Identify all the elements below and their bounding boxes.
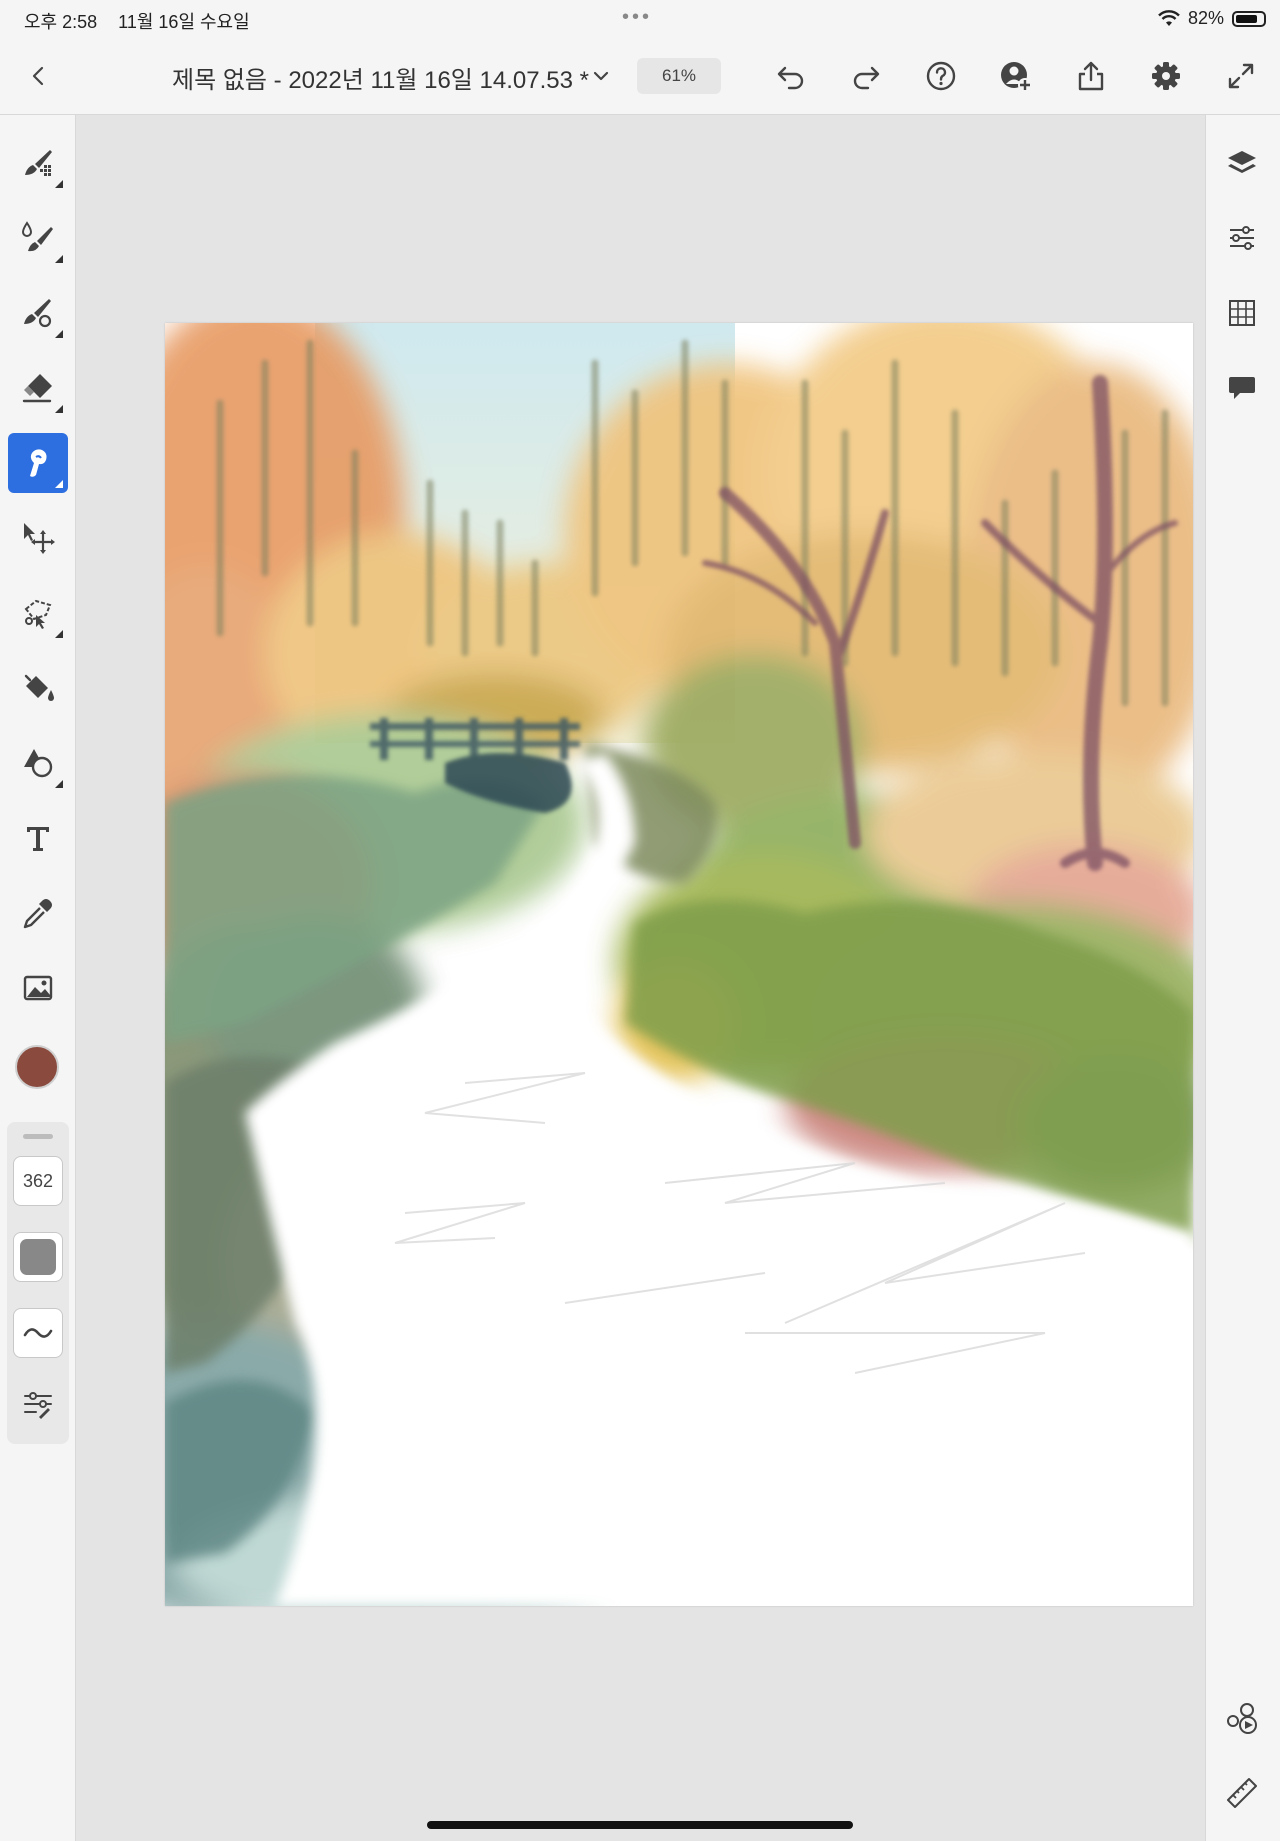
redo-icon [853, 66, 880, 90]
smudge-tool[interactable] [8, 433, 68, 493]
fill-tool[interactable] [8, 658, 68, 718]
help-icon [926, 61, 956, 91]
submenu-indicator [55, 180, 63, 188]
comments-button[interactable] [1217, 363, 1267, 413]
back-icon [32, 66, 44, 86]
invite-user-icon [1001, 62, 1032, 92]
undo-button[interactable] [771, 56, 811, 96]
shapes-icon [24, 749, 53, 778]
fullscreen-icon [1228, 63, 1254, 89]
smudge-icon [30, 449, 47, 477]
status-datetime: 오후 2:58 11월 16일 수요일 [24, 8, 266, 34]
submenu-indicator [55, 255, 63, 263]
ruler-icon [1227, 1778, 1257, 1808]
vector-brush-tool[interactable] [8, 283, 68, 343]
live-brush-icon [21, 221, 53, 252]
redo-button[interactable] [846, 56, 886, 96]
opacity-icon [20, 1239, 56, 1275]
layers-icon [1228, 151, 1256, 173]
eyedropper-tool[interactable] [8, 883, 68, 943]
layers-button[interactable] [1217, 138, 1267, 188]
grid-icon [1229, 300, 1255, 326]
status-indicators: 82% [1158, 8, 1266, 29]
fullscreen-button[interactable] [1221, 56, 1261, 96]
top-toolbar: 제목 없음 - 2022년 11월 16일 14.07.53 * 61% [0, 36, 1280, 115]
watercolor-artwork [165, 323, 1193, 1606]
multitasking-dots[interactable]: ••• [622, 6, 652, 29]
share-button[interactable] [1071, 56, 1111, 96]
brush-settings-icon [24, 1392, 52, 1419]
back-button[interactable] [19, 56, 59, 96]
live-brush-tool[interactable] [8, 208, 68, 268]
submenu-indicator [55, 630, 63, 638]
transform-tool[interactable] [8, 508, 68, 568]
grid-button[interactable] [1217, 288, 1267, 338]
eraser-icon [22, 374, 52, 403]
adjustments-icon [1230, 226, 1254, 250]
undo-icon [777, 66, 804, 90]
comments-icon [1229, 377, 1255, 399]
livestream-icon [1227, 1703, 1257, 1734]
image-tool[interactable] [8, 958, 68, 1018]
brush-size-value: 362 [22, 1170, 54, 1191]
vector-brush-icon [24, 299, 52, 328]
settings-button[interactable] [1146, 56, 1186, 96]
submenu-indicator [55, 330, 63, 338]
battery-percent: 82% [1187, 8, 1224, 28]
eraser-tool[interactable] [8, 358, 68, 418]
brush-color-swatch[interactable] [15, 1045, 59, 1089]
zoom-level[interactable]: 61% [637, 58, 721, 94]
brush-flow-control[interactable] [13, 1308, 63, 1358]
brush-opacity-control[interactable] [13, 1232, 63, 1282]
transform-icon [24, 523, 55, 554]
submenu-indicator [55, 405, 63, 413]
wifi-icon [1158, 9, 1180, 26]
livestream-button[interactable] [1217, 1693, 1267, 1743]
lasso-select-icon [24, 599, 52, 629]
shapes-tool[interactable] [8, 733, 68, 793]
status-time: 오후 2:58 [24, 12, 98, 32]
panel-drag-handle[interactable] [23, 1134, 53, 1139]
flow-icon [23, 1328, 53, 1338]
document-menu-button[interactable] [581, 56, 621, 96]
eyedropper-icon [23, 899, 52, 929]
invite-button[interactable] [996, 56, 1036, 96]
document-title[interactable]: 제목 없음 - 2022년 11월 16일 14.07.53 * [172, 60, 589, 95]
status-date: 11월 16일 수요일 [118, 12, 250, 32]
brush-size-control[interactable]: 362 [13, 1156, 63, 1206]
lasso-select-tool[interactable] [8, 583, 68, 643]
chevron-down-icon [593, 71, 609, 81]
text-tool[interactable] [8, 808, 68, 868]
settings-icon [1152, 62, 1180, 90]
help-button[interactable] [921, 56, 961, 96]
status-bar: 오후 2:58 11월 16일 수요일 ••• 82% [0, 0, 1280, 36]
fill-icon [24, 674, 54, 701]
ruler-button[interactable] [1217, 1768, 1267, 1818]
text-icon [27, 827, 49, 851]
submenu-indicator [55, 480, 63, 488]
battery-icon [1232, 10, 1266, 27]
submenu-indicator [55, 780, 63, 788]
pixel-brush-icon [25, 150, 52, 176]
drawing-canvas[interactable] [165, 323, 1193, 1606]
share-icon [1078, 61, 1104, 91]
image-icon [23, 975, 53, 1001]
adjustments-button[interactable] [1217, 213, 1267, 263]
pixel-brush-tool[interactable] [8, 133, 68, 193]
brush-properties-panel: 362 [7, 1122, 69, 1444]
brush-settings-button[interactable] [13, 1380, 63, 1430]
home-indicator [427, 1821, 853, 1829]
